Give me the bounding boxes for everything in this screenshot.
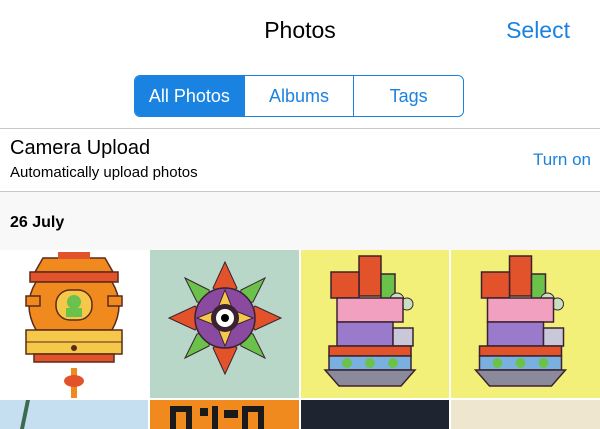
- date-section-header: 26 July: [0, 192, 600, 250]
- castle-image: [323, 255, 417, 387]
- photos-screen: Photos Select All Photos Albums Tags Cam…: [0, 0, 600, 429]
- photo-thumbnail-castle-2[interactable]: [451, 250, 600, 398]
- photo-thumbnail-birdhouse[interactable]: [0, 250, 148, 398]
- tab-albums[interactable]: Albums: [243, 76, 354, 116]
- navigation-bar: Photos Select: [0, 0, 600, 64]
- photo-thumbnail-beige[interactable]: [451, 400, 600, 429]
- photo-thumbnail-mandala[interactable]: [150, 250, 299, 398]
- camera-upload-title: Camera Upload: [10, 137, 151, 159]
- mandala-image: [167, 260, 283, 376]
- section-date-label: 26 July: [10, 214, 65, 231]
- castle-image-copy: [473, 255, 568, 387]
- qr-code-image: [170, 406, 264, 429]
- tab-all-photos[interactable]: All Photos: [135, 76, 244, 116]
- camera-upload-subtitle: Automatically upload photos: [10, 164, 198, 181]
- photo-thumbnail-sky[interactable]: [0, 400, 148, 429]
- photo-thumbnail-qr[interactable]: [150, 400, 299, 429]
- sky-image: [20, 400, 30, 429]
- photos-segmented-control: All Photos Albums Tags: [134, 75, 464, 117]
- select-button[interactable]: Select: [506, 17, 570, 44]
- photo-grid: [0, 250, 600, 429]
- camera-upload-row: Camera Upload Automatically upload photo…: [0, 128, 600, 192]
- photo-thumbnail-dark[interactable]: [301, 400, 449, 429]
- turn-on-button[interactable]: Turn on: [533, 150, 591, 170]
- tab-tags[interactable]: Tags: [353, 76, 463, 116]
- birdhouse-image: [25, 252, 123, 398]
- photo-thumbnail-castle[interactable]: [301, 250, 449, 398]
